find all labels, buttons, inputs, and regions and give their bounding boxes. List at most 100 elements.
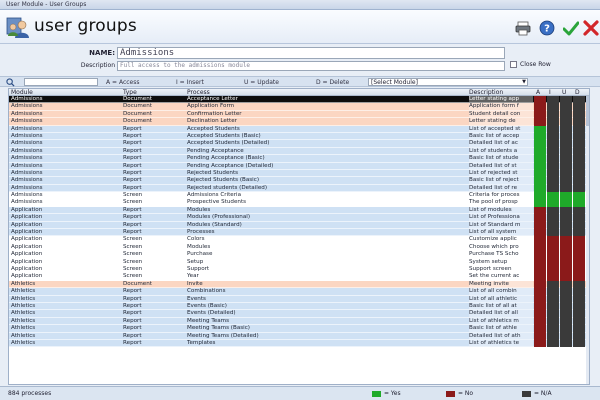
permission-insert-cell[interactable] (547, 325, 559, 333)
permission-update-cell[interactable] (560, 125, 572, 133)
permission-access-cell[interactable] (534, 339, 546, 348)
help-button[interactable]: ? (538, 19, 556, 37)
permission-delete-cell[interactable] (573, 125, 585, 133)
table-row[interactable]: Admissions Report Pending Acceptance (Basi… (9, 155, 589, 163)
close-row-option[interactable]: Close Row (510, 61, 551, 68)
permission-access-cell[interactable] (534, 118, 546, 126)
permission-update-cell[interactable] (560, 265, 572, 274)
permission-update-cell[interactable] (560, 103, 572, 111)
table-row[interactable]: Athletics Report Meeting Teams List of athl… (9, 317, 589, 326)
permission-update-cell[interactable] (560, 302, 572, 311)
permission-update-cell[interactable] (560, 140, 572, 148)
permission-access-cell[interactable] (534, 147, 546, 156)
permission-access-cell[interactable] (534, 140, 546, 148)
table-row[interactable]: Application Screen Purchase Purchase TS Sch… (9, 251, 589, 259)
permission-access-cell[interactable] (534, 103, 546, 111)
permission-update-cell[interactable] (560, 236, 572, 244)
permission-access-cell[interactable] (534, 96, 546, 104)
close-row-checkbox[interactable] (510, 61, 517, 68)
module-select[interactable]: [Select Module] ▼ (368, 78, 528, 86)
permission-access-cell[interactable] (534, 199, 546, 207)
permission-delete-cell[interactable] (573, 325, 585, 333)
table-row[interactable]: Application Screen Year Set the current ac (9, 273, 589, 281)
permission-delete-cell[interactable] (573, 310, 585, 318)
table-row[interactable]: Application Report Modules (Standard) List … (9, 221, 589, 230)
column-header-insert[interactable]: I (549, 89, 551, 96)
permission-access-cell[interactable] (534, 325, 546, 333)
cancel-button[interactable] (582, 19, 600, 37)
permission-insert-cell[interactable] (547, 273, 559, 281)
table-row[interactable]: Athletics Report Templates List of athletic… (9, 339, 589, 348)
permission-update-cell[interactable] (560, 243, 572, 252)
table-row[interactable]: Athletics Report Combinations List of all c… (9, 288, 589, 296)
scrollbar-thumb[interactable] (586, 96, 589, 126)
table-row[interactable]: Admissions Report Pending Acceptance List o… (9, 147, 589, 156)
permission-update-cell[interactable] (560, 339, 572, 348)
permission-delete-cell[interactable] (573, 288, 585, 296)
table-row[interactable]: Athletics Report Meeting Teams (Basic) Basi… (9, 325, 589, 333)
permission-insert-cell[interactable] (547, 140, 559, 148)
permission-insert-cell[interactable] (547, 192, 559, 200)
permission-insert-cell[interactable] (547, 96, 559, 104)
permission-access-cell[interactable] (534, 184, 546, 193)
permission-insert-cell[interactable] (547, 162, 559, 170)
permission-access-cell[interactable] (534, 317, 546, 326)
permission-access-cell[interactable] (534, 273, 546, 281)
table-row[interactable]: Athletics Report Events (Basic) Basic list … (9, 302, 589, 311)
permission-insert-cell[interactable] (547, 147, 559, 156)
permission-update-cell[interactable] (560, 147, 572, 156)
table-row[interactable]: Application Report Processes List of all sy… (9, 229, 589, 237)
permission-delete-cell[interactable] (573, 184, 585, 193)
table-row[interactable]: Application Report Modules List of modules (9, 206, 589, 215)
column-header-type[interactable]: Type (123, 89, 137, 96)
permission-update-cell[interactable] (560, 110, 572, 119)
permission-delete-cell[interactable] (573, 177, 585, 185)
table-row[interactable]: Admissions Screen Admissions Criteria Crite… (9, 192, 589, 200)
permission-update-cell[interactable] (560, 221, 572, 230)
permission-insert-cell[interactable] (547, 265, 559, 274)
permission-update-cell[interactable] (560, 199, 572, 207)
permission-insert-cell[interactable] (547, 118, 559, 126)
column-header-process[interactable]: Process (187, 89, 210, 96)
table-row[interactable]: Application Report Modules (Professional) L… (9, 214, 589, 222)
permission-insert-cell[interactable] (547, 243, 559, 252)
permission-delete-cell[interactable] (573, 229, 585, 237)
permission-update-cell[interactable] (560, 288, 572, 296)
permission-access-cell[interactable] (534, 169, 546, 178)
permission-update-cell[interactable] (560, 192, 572, 200)
permission-insert-cell[interactable] (547, 258, 559, 266)
permission-update-cell[interactable] (560, 317, 572, 326)
permission-insert-cell[interactable] (547, 317, 559, 326)
permission-delete-cell[interactable] (573, 332, 585, 340)
permission-insert-cell[interactable] (547, 214, 559, 222)
table-row[interactable]: Application Screen Setup System setup (9, 258, 589, 266)
permission-insert-cell[interactable] (547, 155, 559, 163)
permission-access-cell[interactable] (534, 288, 546, 296)
permission-update-cell[interactable] (560, 214, 572, 222)
permission-update-cell[interactable] (560, 310, 572, 318)
permission-insert-cell[interactable] (547, 280, 559, 289)
permission-access-cell[interactable] (534, 162, 546, 170)
permission-update-cell[interactable] (560, 251, 572, 259)
table-row[interactable]: Admissions Report Pending Acceptance (Deta… (9, 162, 589, 170)
permission-delete-cell[interactable] (573, 317, 585, 326)
permission-update-cell[interactable] (560, 132, 572, 141)
table-row[interactable]: Admissions Report Rejected students (Detai… (9, 184, 589, 193)
permission-access-cell[interactable] (534, 258, 546, 266)
permission-delete-cell[interactable] (573, 302, 585, 311)
permission-insert-cell[interactable] (547, 295, 559, 303)
permission-access-cell[interactable] (534, 280, 546, 289)
table-row[interactable]: Athletics Report Meeting Teams (Detailed) D… (9, 332, 589, 340)
table-row[interactable]: Admissions Report Accepted Students List of… (9, 125, 589, 133)
permission-delete-cell[interactable] (573, 192, 585, 200)
permission-access-cell[interactable] (534, 265, 546, 274)
permission-access-cell[interactable] (534, 155, 546, 163)
permission-delete-cell[interactable] (573, 221, 585, 230)
permission-delete-cell[interactable] (573, 251, 585, 259)
permission-insert-cell[interactable] (547, 125, 559, 133)
table-row[interactable]: Application Screen Support Support screen (9, 265, 589, 274)
permission-insert-cell[interactable] (547, 339, 559, 348)
permission-delete-cell[interactable] (573, 339, 585, 348)
permission-delete-cell[interactable] (573, 295, 585, 303)
permission-delete-cell[interactable] (573, 155, 585, 163)
